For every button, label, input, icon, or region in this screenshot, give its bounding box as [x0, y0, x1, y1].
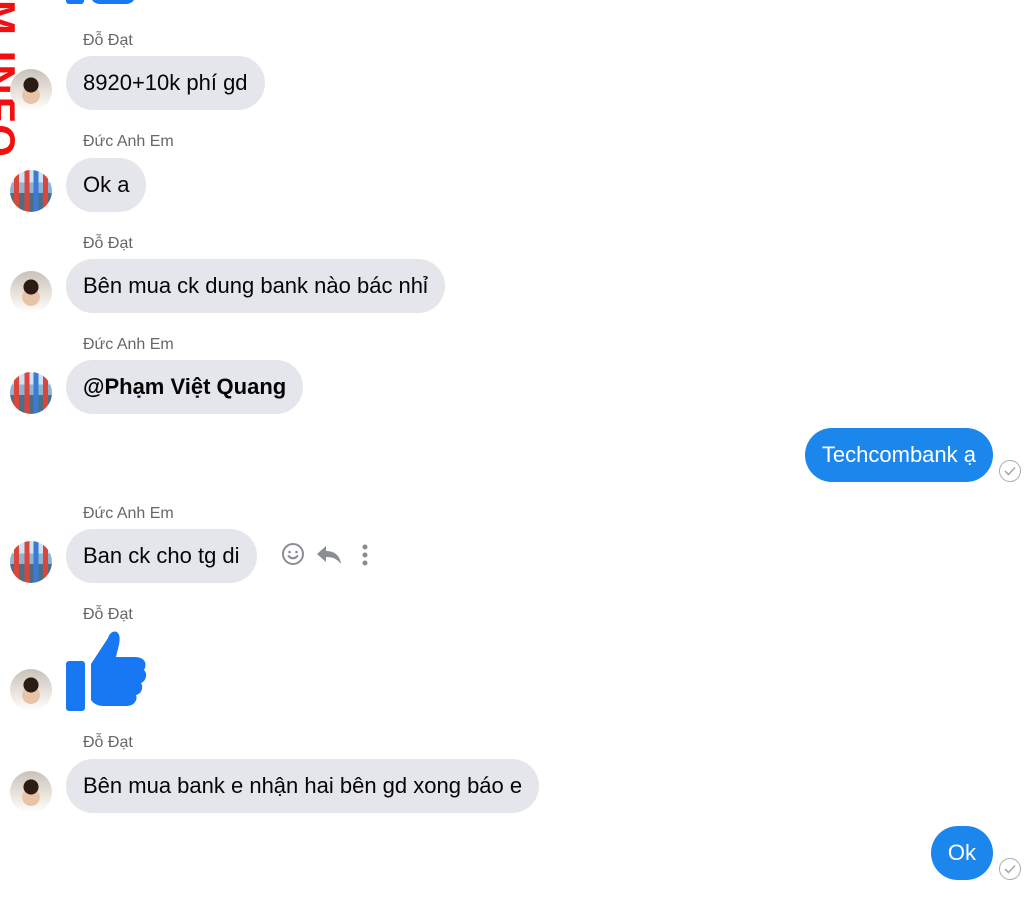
message-bubble-outgoing[interactable]: Techcombank ạ [804, 428, 993, 482]
reply-icon[interactable] [315, 544, 343, 571]
thumbs-up-icon-partial [66, 0, 136, 4]
avatar[interactable] [10, 372, 52, 414]
sent-check-icon [999, 460, 1021, 482]
sent-check-icon [999, 858, 1021, 880]
more-options-icon[interactable] [361, 543, 369, 572]
mention-bubble[interactable]: @Phạm Việt Quang [66, 360, 304, 414]
message-bubble[interactable]: Ban ck cho tg di [66, 529, 257, 583]
avatar[interactable] [10, 170, 52, 212]
avatar[interactable] [10, 69, 52, 111]
smiley-icon[interactable] [281, 542, 305, 571]
chat-thread: M.INFO Đỗ Đạt 8920+10k phí gd Đức Anh Em… [0, 0, 1024, 918]
sender-name: Đức Anh Em [83, 505, 174, 522]
message-bubble[interactable]: 8920+10k phí gd [66, 56, 265, 110]
sender-name: Đức Anh Em [83, 133, 174, 150]
message-bubble-outgoing[interactable]: Ok [930, 826, 993, 880]
sender-name: Đỗ Đạt [83, 734, 133, 751]
message-bubble[interactable]: Bên mua bank e nhận hai bên gd xong báo … [66, 759, 540, 813]
sender-name: Đức Anh Em [83, 336, 174, 353]
avatar[interactable] [10, 669, 52, 711]
sender-name: Đỗ Đạt [83, 32, 133, 49]
avatar[interactable] [10, 771, 52, 813]
message-bubble[interactable]: Bên mua ck dung bank nào bác nhỉ [66, 259, 445, 313]
sender-name: Đỗ Đạt [83, 235, 133, 252]
message-bubble[interactable]: Ok a [66, 158, 147, 212]
sender-name: Đỗ Đạt [83, 606, 133, 623]
avatar[interactable] [10, 271, 52, 313]
avatar[interactable] [10, 541, 52, 583]
thumbs-up-icon[interactable] [64, 628, 148, 717]
